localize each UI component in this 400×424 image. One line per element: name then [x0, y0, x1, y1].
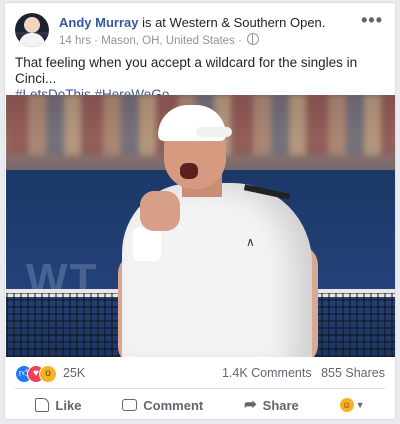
post-photo[interactable]: WT ∧	[6, 95, 395, 357]
share-label: Share	[262, 397, 299, 413]
actions-divider	[15, 388, 385, 389]
photo-cap-brim	[196, 127, 232, 137]
location-link[interactable]: Western & Southern Open.	[170, 15, 326, 30]
post-header: Andy Murray is at Western & Southern Ope…	[15, 11, 385, 53]
share-button[interactable]: ➦ Share	[244, 396, 299, 413]
thumbs-up-icon	[35, 398, 50, 412]
comments-count[interactable]: 1.4K Comments	[222, 366, 312, 380]
timestamp[interactable]: 14 hrs	[59, 35, 91, 47]
post-meta: 14 hrs · Mason, OH, United States ·	[59, 33, 260, 47]
meta-separator-2: ·	[238, 35, 242, 47]
avatar[interactable]	[15, 13, 49, 47]
wow-reaction-icon[interactable]: o	[39, 365, 57, 383]
emoji-face-icon: ☺	[339, 398, 354, 412]
photo-mouth	[180, 163, 198, 179]
reaction-stats: 👍︎ ♥ o 25K 1.4K Comments 855 Shares	[15, 365, 385, 383]
chevron-down-icon: ▼	[355, 400, 365, 410]
photo-wristband	[133, 227, 161, 261]
post-actions: Like Comment ➦ Share ☺ ▼	[15, 393, 385, 417]
share-arrow-icon: ➦	[244, 396, 257, 413]
reaction-count[interactable]: 25K	[63, 366, 85, 380]
like-button[interactable]: Like	[35, 398, 81, 413]
meta-separator: ·	[94, 35, 99, 47]
photo-fist	[140, 191, 180, 231]
comment-button[interactable]: Comment	[122, 398, 203, 413]
comment-icon	[122, 399, 138, 411]
more-options-icon[interactable]: •••	[361, 11, 383, 29]
reaction-picker-button[interactable]: ☺ ▼	[339, 398, 365, 412]
checkin-text: is at	[138, 15, 170, 30]
avatar-shirt	[19, 33, 45, 47]
globe-icon	[247, 33, 260, 45]
place-link[interactable]: Mason, OH, United States	[101, 35, 235, 47]
shares-count[interactable]: 855 Shares	[321, 366, 385, 380]
author-link[interactable]: Andy Murray	[59, 15, 138, 30]
comment-label: Comment	[143, 397, 204, 413]
post-text-line: That feeling when you accept a wildcard …	[15, 55, 358, 86]
post-card: Andy Murray is at Western & Southern Ope…	[4, 2, 396, 420]
post-title: Andy Murray is at Western & Southern Ope…	[59, 15, 325, 30]
engagement-counts: 1.4K Comments 855 Shares	[216, 366, 385, 380]
like-label: Like	[55, 397, 82, 413]
photo-shirt-logo: ∧	[246, 235, 255, 249]
